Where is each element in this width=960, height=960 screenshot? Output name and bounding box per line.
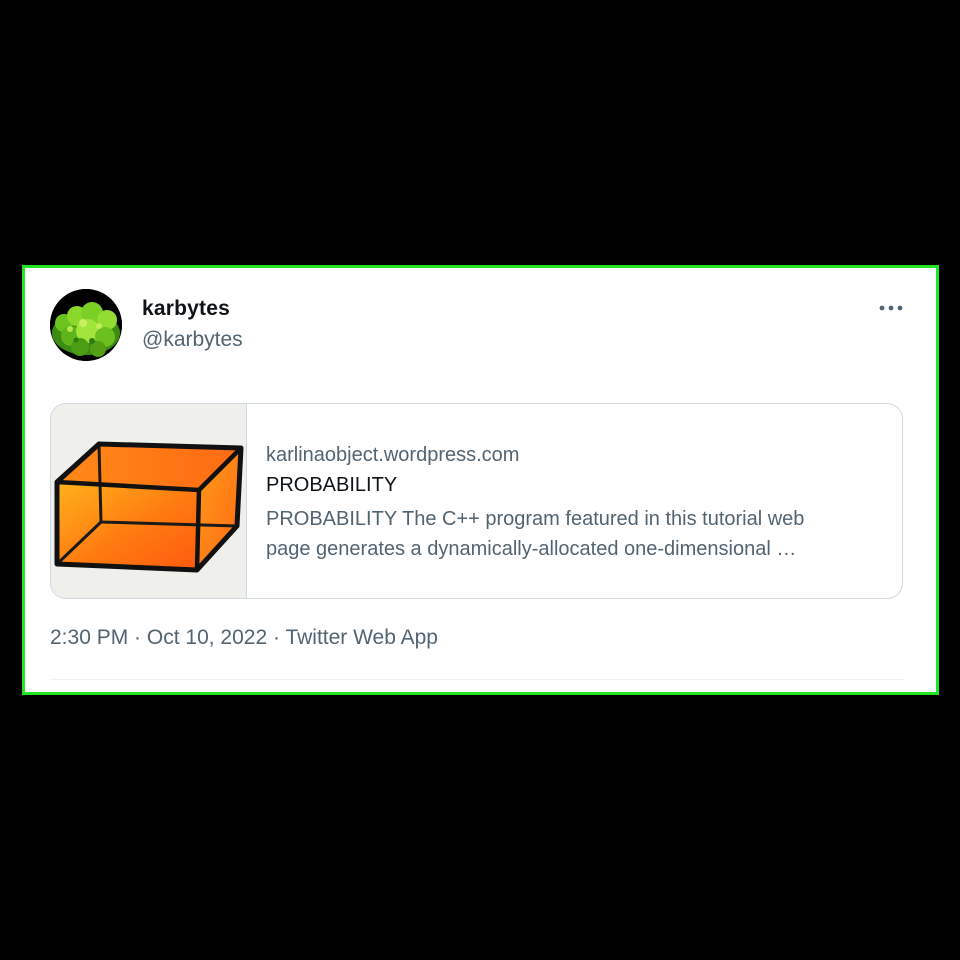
card-description-line-1: PROBABILITY The C++ program featured in … [266, 508, 805, 530]
link-preview-card[interactable]: karlinaobject.wordpress.com PROBABILITY … [50, 403, 903, 599]
orange-box-image [51, 404, 246, 598]
tweet: karbytes @karbytes karlinaobject.wordpre… [25, 268, 936, 692]
tweet-metadata: 2:30 PM · Oct 10, 2022 · Twitter Web App [50, 626, 438, 650]
divider [50, 679, 904, 680]
separator-dot: · [128, 626, 147, 649]
card-text: karlinaobject.wordpress.com PROBABILITY … [266, 440, 886, 564]
moss-avatar-image [50, 289, 122, 361]
more-options-button[interactable] [873, 294, 909, 322]
card-description-line-2: page generates a dynamically-allocated o… [266, 538, 797, 560]
card-domain: karlinaobject.wordpress.com [266, 444, 520, 466]
tweet-date[interactable]: Oct 10, 2022 [147, 626, 267, 649]
user-handle[interactable]: @karbytes [142, 328, 243, 352]
card-description: PROBABILITY The C++ program featured in … [266, 504, 886, 564]
more-horizontal-icon [879, 305, 903, 311]
tweet-time[interactable]: 2:30 PM [50, 626, 128, 649]
separator-dot: · [267, 626, 286, 649]
card-thumbnail [51, 404, 247, 598]
avatar[interactable] [50, 289, 122, 361]
screenshot-frame: karbytes @karbytes karlinaobject.wordpre… [22, 265, 939, 695]
tweet-source[interactable]: Twitter Web App [285, 626, 438, 649]
display-name[interactable]: karbytes [142, 297, 230, 321]
card-title: PROBABILITY [266, 474, 398, 496]
